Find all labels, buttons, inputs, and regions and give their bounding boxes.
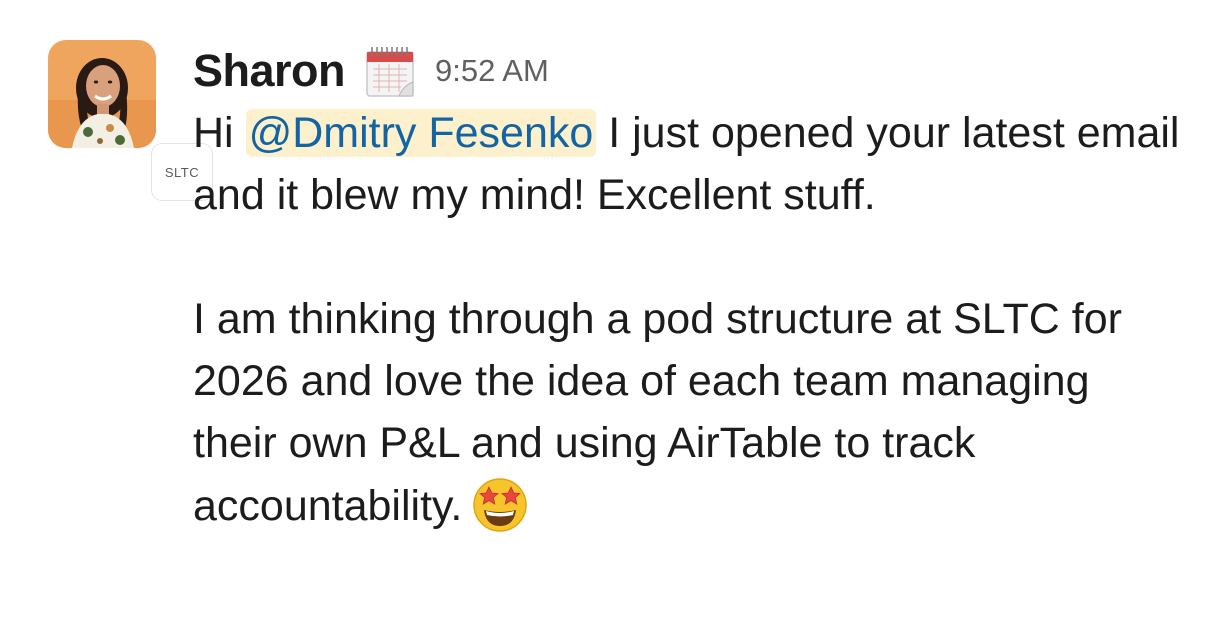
- message-text: I am thinking through a pod structure at…: [193, 295, 1122, 530]
- greeting-text: Hi: [193, 109, 246, 157]
- user-avatar[interactable]: [48, 40, 156, 148]
- avatar-group[interactable]: SLTC: [48, 40, 212, 200]
- chat-message: SLTC Sharon 9:52 AM Hi @Dmitry Fesenko I…: [0, 0, 1206, 628]
- message-content: Sharon 9:52 AM Hi @Dmitry Fesenko I just…: [193, 40, 1183, 537]
- message-header: Sharon 9:52 AM: [193, 40, 1183, 102]
- spiral-calendar-pad-icon[interactable]: [363, 42, 419, 100]
- sender-name[interactable]: Sharon: [193, 45, 346, 97]
- star-struck-emoji-icon[interactable]: [470, 474, 530, 534]
- message-timestamp[interactable]: 9:52 AM: [435, 53, 549, 89]
- message-paragraph-2: I am thinking through a pod structure at…: [193, 288, 1183, 537]
- message-paragraph-1: Hi @Dmitry Fesenko I just opened your la…: [193, 102, 1183, 226]
- user-mention[interactable]: @Dmitry Fesenko: [245, 109, 597, 157]
